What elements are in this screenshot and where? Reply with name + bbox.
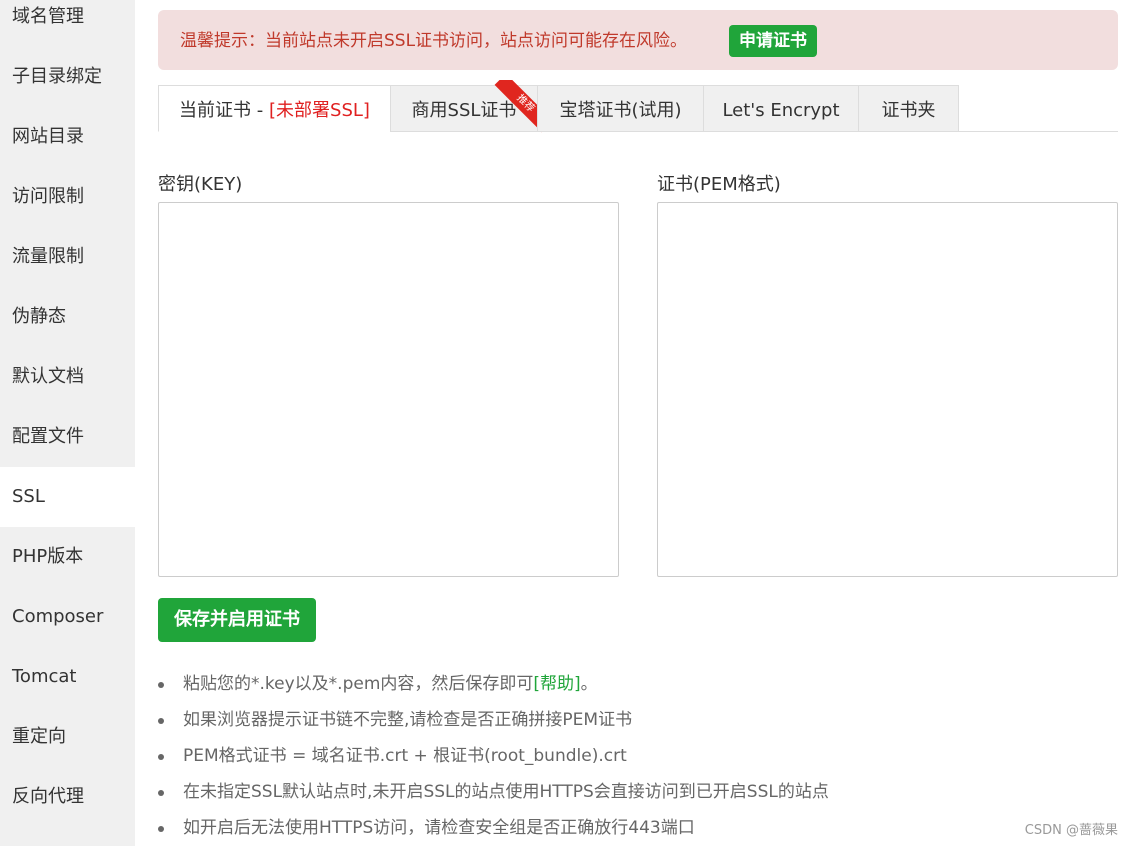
sidebar-item-domain[interactable]: 域名管理 <box>0 0 135 47</box>
alert-message: 温馨提示：当前站点未开启SSL证书访问，站点访问可能存在风险。 <box>180 31 688 51</box>
bullet-icon <box>158 826 164 832</box>
bullet-icon <box>158 718 164 724</box>
sidebar-item-tomcat[interactable]: Tomcat <box>0 647 135 707</box>
certificate-textarea[interactable] <box>657 202 1118 577</box>
sidebar-item-ssl[interactable]: SSL <box>0 467 135 527</box>
bullet-icon <box>158 754 164 760</box>
tab-commercial-ssl[interactable]: 商用SSL证书 推荐 <box>390 80 542 134</box>
tip-text: 如开启后无法使用HTTPS访问，请检查安全组是否正确放行443端口 <box>183 818 695 838</box>
bullet-icon <box>158 682 164 688</box>
tab-current-certificate[interactable]: 当前证书 - [未部署SSL] <box>158 85 391 132</box>
sidebar-item-php-version[interactable]: PHP版本 <box>0 527 135 587</box>
apply-certificate-button[interactable]: 申请证书 <box>729 25 817 57</box>
sidebar: 域名管理 子目录绑定 网站目录 访问限制 流量限制 伪静态 默认文档 配置文件 … <box>0 0 135 846</box>
watermark: CSDN @蔷薇果 <box>1024 823 1118 838</box>
list-item: 在未指定SSL默认站点时,未开启SSL的站点使用HTTPS会直接访问到已开启SS… <box>158 774 1118 810</box>
ssl-status-label: [未部署SSL] <box>269 100 370 121</box>
tab-baota-trial-label: 宝塔证书(试用) <box>559 100 682 121</box>
sidebar-item-subdirectory[interactable]: 子目录绑定 <box>0 47 135 107</box>
list-item: 如开启后无法使用HTTPS访问，请检查安全组是否正确放行443端口 <box>158 810 1118 846</box>
bullet-icon <box>158 790 164 796</box>
sidebar-item-config-file[interactable]: 配置文件 <box>0 407 135 467</box>
ssl-warning-alert: 温馨提示：当前站点未开启SSL证书访问，站点访问可能存在风险。 申请证书 <box>158 10 1118 70</box>
sidebar-item-composer[interactable]: Composer <box>0 587 135 647</box>
list-item: PEM格式证书 = 域名证书.crt + 根证书(root_bundle).cr… <box>158 738 1118 774</box>
tab-certificate-folder[interactable]: 证书夹 <box>858 85 959 132</box>
certificate-label: 证书(PEM格式) <box>657 174 781 195</box>
tab-commercial-ssl-label: 商用SSL证书 <box>411 100 517 121</box>
key-label: 密钥(KEY) <box>158 174 243 195</box>
tip-text: 如果浏览器提示证书链不完整,请检查是否正确拼接PEM证书 <box>183 710 633 730</box>
sidebar-item-access-limit[interactable]: 访问限制 <box>0 167 135 227</box>
help-link[interactable]: [帮助] <box>533 674 580 694</box>
tab-current-certificate-label: 当前证书 - <box>179 100 269 121</box>
save-enable-certificate-button[interactable]: 保存并启用证书 <box>158 598 316 642</box>
sidebar-item-rewrite[interactable]: 伪静态 <box>0 287 135 347</box>
key-textarea[interactable] <box>158 202 619 577</box>
sidebar-item-traffic-limit[interactable]: 流量限制 <box>0 227 135 287</box>
sidebar-item-redirect[interactable]: 重定向 <box>0 707 135 767</box>
tip-suffix: 。 <box>580 674 598 694</box>
tip-text: PEM格式证书 = 域名证书.crt + 根证书(root_bundle).cr… <box>183 746 627 766</box>
list-item: 如果浏览器提示证书链不完整,请检查是否正确拼接PEM证书 <box>158 702 1118 738</box>
list-item: 粘贴您的*.key以及*.pem内容，然后保存即可[帮助]。 <box>158 666 1118 702</box>
tips-list: 粘贴您的*.key以及*.pem内容，然后保存即可[帮助]。 如果浏览器提示证书… <box>158 666 1118 846</box>
tip-text: 粘贴您的*.key以及*.pem内容，然后保存即可 <box>183 674 534 694</box>
tab-lets-encrypt-label: Let's Encrypt <box>722 100 840 121</box>
tab-certificate-folder-label: 证书夹 <box>881 100 936 121</box>
sidebar-item-default-doc[interactable]: 默认文档 <box>0 347 135 407</box>
tab-lets-encrypt[interactable]: Let's Encrypt <box>703 85 859 132</box>
tab-baota-trial[interactable]: 宝塔证书(试用) <box>537 85 704 132</box>
sidebar-item-reverse-proxy[interactable]: 反向代理 <box>0 767 135 827</box>
sidebar-item-site-directory[interactable]: 网站目录 <box>0 107 135 167</box>
tip-text: 在未指定SSL默认站点时,未开启SSL的站点使用HTTPS会直接访问到已开启SS… <box>183 782 829 802</box>
